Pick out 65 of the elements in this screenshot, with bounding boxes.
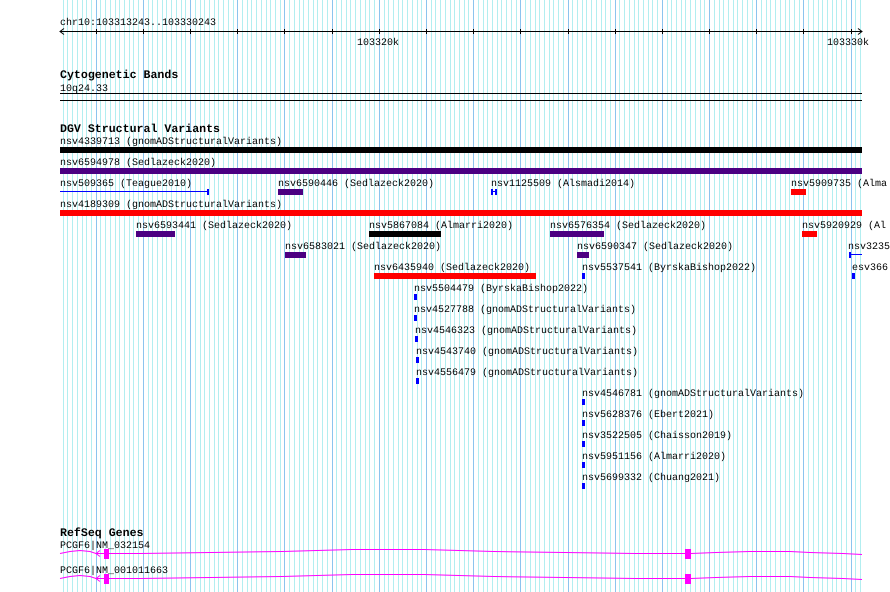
variant-label: nsv3522505 (Chaisson2019) [582, 431, 732, 442]
variant-label: nsv4546781 (gnomADStructuralVariants) [582, 389, 804, 400]
variant-bar[interactable] [582, 441, 585, 447]
variant-bar[interactable] [60, 168, 862, 174]
location-text: chr10:103313243..103330243 [60, 18, 216, 29]
variant-bar[interactable] [582, 462, 585, 468]
track-title: Cytogenetic Bands [60, 69, 178, 82]
variant-label: nsv4556479 (gnomADStructuralVariants) [416, 368, 638, 379]
variant-line[interactable] [848, 252, 862, 258]
variant-bar[interactable] [136, 231, 175, 237]
variant-label: nsv6590347 (Sedlazeck2020) [577, 242, 734, 253]
variant-bar[interactable] [414, 315, 417, 321]
variant-label: nsv5951156 (Almarri2020) [582, 452, 726, 463]
variant-bar[interactable] [60, 210, 862, 216]
variant-label: nsv4546323 (gnomADStructuralVariants) [415, 326, 638, 337]
variant-bar[interactable] [577, 252, 589, 258]
variant-label: nsv6593441 (Sedlazeck2020) [136, 221, 292, 232]
variant-bar[interactable] [415, 336, 418, 342]
variant-label: esv366 [852, 263, 888, 274]
tick-label: 103320k [357, 38, 399, 49]
variant-bar[interactable] [60, 147, 862, 153]
variant-label: nsv6576354 (Sedlazeck2020) [550, 221, 706, 232]
gene-model[interactable] [60, 549, 862, 559]
variant-label: nsv1125509 (Alsmadi2014) [491, 179, 636, 190]
band-label: 10q24.33 [60, 84, 108, 95]
variant-label: nsv5504479 (ByrskaBishop2022) [414, 284, 588, 295]
variant-label: nsv6583021 (Sedlazeck2020) [285, 242, 442, 253]
variant-bar[interactable] [416, 357, 419, 363]
variant-line[interactable] [490, 189, 498, 195]
variant-label: nsv4339713 (gnomADStructuralVariants) [60, 137, 282, 148]
variant-bar[interactable] [285, 252, 306, 258]
variant-bar[interactable] [582, 483, 585, 489]
variant-bar[interactable] [416, 378, 419, 384]
variant-bar[interactable] [582, 420, 585, 426]
transcript-label: PCGF6|NM_032154 [60, 541, 150, 552]
variant-bar[interactable] [374, 273, 536, 279]
variant-label: nsv5628376 (Ebert2021) [582, 410, 714, 421]
variant-bar[interactable] [582, 273, 585, 279]
variant-label: nsv5537541 (ByrskaBishop2022) [582, 263, 756, 274]
variant-bar[interactable] [852, 273, 855, 279]
variant-label: nsv6435940 (Sedlazeck2020) [374, 263, 530, 274]
gene-model[interactable] [60, 574, 862, 584]
transcript-label: PCGF6|NM_001011663 [60, 566, 168, 577]
variant-label: nsv5909735 (Alma [791, 179, 888, 190]
variant-label: nsv3235 [848, 242, 890, 253]
variant-label: nsv4543740 (gnomADStructuralVariants) [416, 347, 638, 358]
variant-label: nsv5920929 (Al [802, 221, 886, 232]
tick-label: 103330k [827, 38, 869, 49]
variant-label: nsv509365 (Teague2010) [60, 179, 192, 190]
variant-label: nsv6590446 (Sedlazeck2020) [278, 179, 434, 190]
track-title: DGV Structural Variants [60, 123, 220, 136]
variant-bar[interactable] [550, 231, 604, 237]
variant-bar[interactable] [791, 189, 806, 195]
variant-label: nsv5867084 (Almarri2020) [369, 221, 514, 232]
variant-line[interactable] [60, 189, 210, 195]
variant-bar[interactable] [582, 399, 585, 405]
variant-bar[interactable] [369, 231, 441, 237]
variant-bar[interactable] [414, 294, 417, 300]
variant-label: nsv6594978 (Sedlazeck2020) [60, 158, 216, 169]
variant-bar[interactable] [278, 189, 303, 195]
variant-label: nsv4189309 (gnomADStructuralVariants) [60, 200, 282, 211]
variant-label: nsv4527788 (gnomADStructuralVariants) [414, 305, 636, 316]
track-title: RefSeq Genes [60, 527, 144, 540]
variant-label: nsv5699332 (Chuang2021) [582, 473, 720, 484]
variant-bar[interactable] [802, 231, 817, 237]
